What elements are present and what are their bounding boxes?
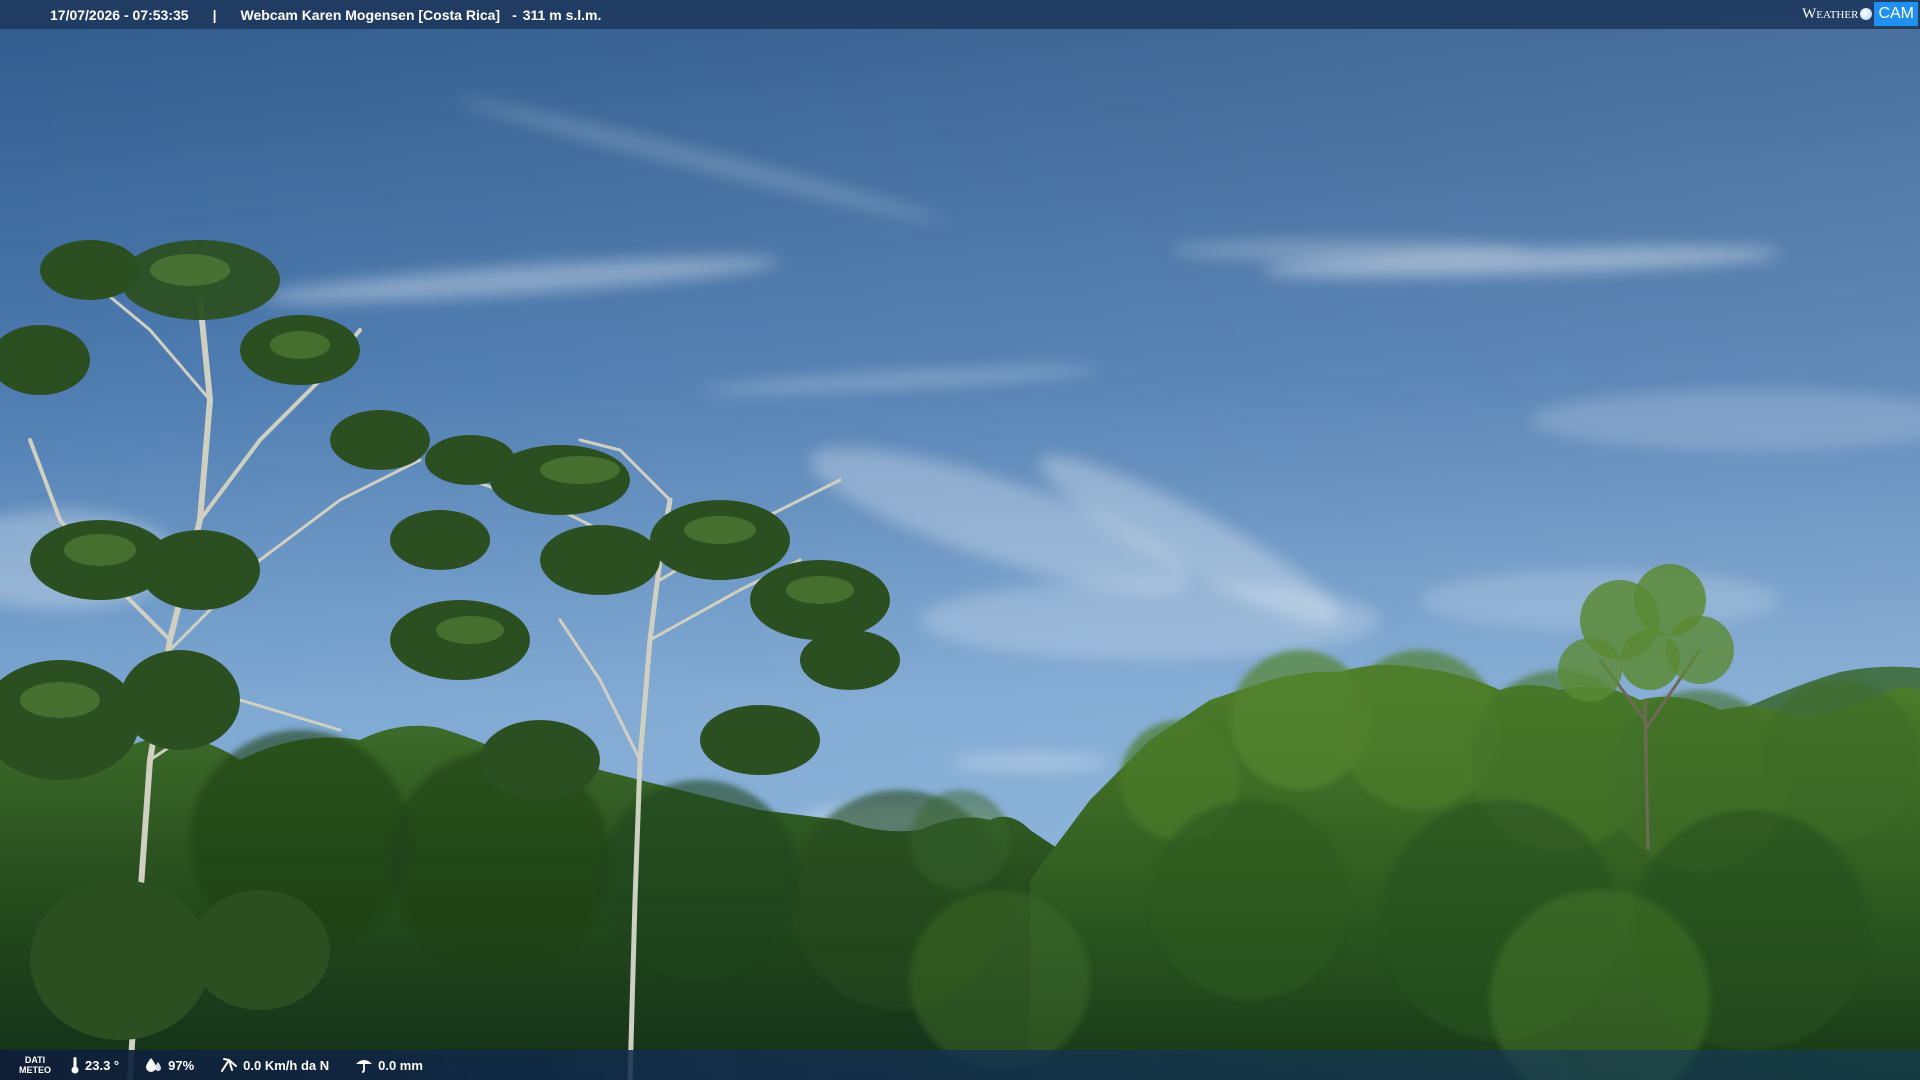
logo-weather-text: Weather — [1802, 5, 1859, 22]
webcam-image — [0, 0, 1920, 1080]
weathercam-logo: Weather CAM — [1802, 2, 1918, 26]
webcam-frame: 17/07/2026 - 07:53:35 | Webcam Karen Mog… — [0, 0, 1920, 1080]
rain-icon — [356, 1060, 373, 1073]
title-separator: | — [212, 6, 217, 23]
logo-cam-text: CAM — [1874, 2, 1918, 26]
webcam-altitude: 311 m s.l.m. — [522, 6, 602, 23]
webcam-info-bar: 17/07/2026 - 07:53:35 | Webcam Karen Mog… — [0, 0, 1920, 29]
altitude-dash: - — [512, 6, 517, 23]
rain-value: 0.0 mm — [378, 1057, 423, 1073]
weather-data-label-line2: METEO — [18, 1065, 51, 1075]
logo-globe-icon — [1860, 8, 1873, 20]
thermometer-icon — [71, 1057, 79, 1074]
temperature-reading: 23.3 ° — [70, 1056, 119, 1074]
temperature-value: 23.3 ° — [85, 1057, 120, 1073]
humidity-value: 97% — [168, 1057, 195, 1073]
wind-reading: 0.0 Km/h da N — [220, 1057, 329, 1073]
webcam-location: Webcam Karen Mogensen [Costa Rica] — [240, 6, 501, 23]
humidity-drop-icon — [146, 1058, 162, 1072]
weather-data-label-line1: DATI — [24, 1055, 46, 1065]
wind-value: 0.0 Km/h da N — [243, 1057, 330, 1073]
wind-icon — [221, 1058, 238, 1072]
weather-data-label: DATI METEO — [0, 1055, 70, 1075]
capture-datetime: 17/07/2026 - 07:53:35 — [50, 6, 189, 23]
weather-data-bar: DATI METEO 23.3 ° 97% 0.0 Km/h da N 0.0 … — [0, 1050, 1920, 1080]
rain-reading: 0.0 mm — [355, 1057, 423, 1073]
humidity-reading: 97% — [145, 1057, 194, 1073]
